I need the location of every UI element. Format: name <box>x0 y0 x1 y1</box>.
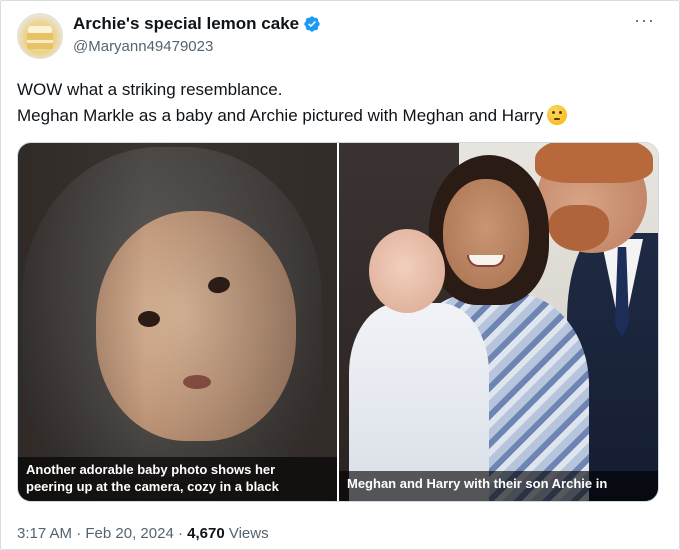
views-count: 4,670 <box>187 525 225 542</box>
author-display-name[interactable]: Archie's special lemon cake <box>73 14 299 34</box>
media-grid: Another adorable baby photo shows her pe… <box>17 142 659 502</box>
photo-woman-face-shape <box>443 179 529 289</box>
tweet-card: Archie's special lemon cake @Maryann4947… <box>0 0 680 550</box>
verified-badge-icon <box>304 16 320 32</box>
tweet-text-line-2-content: Meghan Markle as a baby and Archie pictu… <box>17 106 544 125</box>
cake-icon-layer <box>27 40 53 43</box>
tweet-date[interactable]: Feb 20, 2024 <box>85 525 173 542</box>
tweet-text: WOW what a striking resemblance. Meghan … <box>17 77 667 129</box>
photo-caption-right: Meghan and Harry with their son Archie i… <box>339 471 658 501</box>
media-photo-baby[interactable]: Another adorable baby photo shows her pe… <box>18 143 337 501</box>
views-label: Views <box>224 525 269 542</box>
meta-separator-1: · <box>72 525 86 542</box>
meta-separator-2: · <box>173 525 188 542</box>
author-avatar[interactable] <box>17 13 63 59</box>
photo-baby-head-shape <box>369 229 445 313</box>
author-handle[interactable]: @Maryann49479023 <box>73 38 213 55</box>
author-name-row: Archie's special lemon cake <box>73 14 321 34</box>
tweet-text-line-2: Meghan Markle as a baby and Archie pictu… <box>17 103 667 129</box>
caption-right-line-1: Meghan and Harry with their son Archie i… <box>347 476 608 491</box>
caption-left-line-2: peering up at the camera, cozy in a blac… <box>26 479 279 494</box>
photo-woman-smile-shape <box>467 255 505 267</box>
caption-left-line-1: Another adorable baby photo shows her <box>26 462 276 477</box>
media-photo-family[interactable]: Meghan and Harry with their son Archie i… <box>339 143 658 501</box>
tweet-text-line-1: WOW what a striking resemblance. <box>17 80 283 99</box>
photo-man-beard-shape <box>549 205 609 251</box>
thinking-face-emoji-icon <box>547 105 568 125</box>
tweet-time[interactable]: 3:17 AM <box>17 525 72 542</box>
tweet-meta: 3:17 AM · Feb 20, 2024 · 4,670 Views <box>17 525 269 542</box>
photo-shading <box>18 143 337 501</box>
photo-man-hair-shape <box>535 143 653 183</box>
more-options-icon[interactable]: ··· <box>634 11 655 29</box>
photo-caption-left: Another adorable baby photo shows her pe… <box>18 457 337 501</box>
